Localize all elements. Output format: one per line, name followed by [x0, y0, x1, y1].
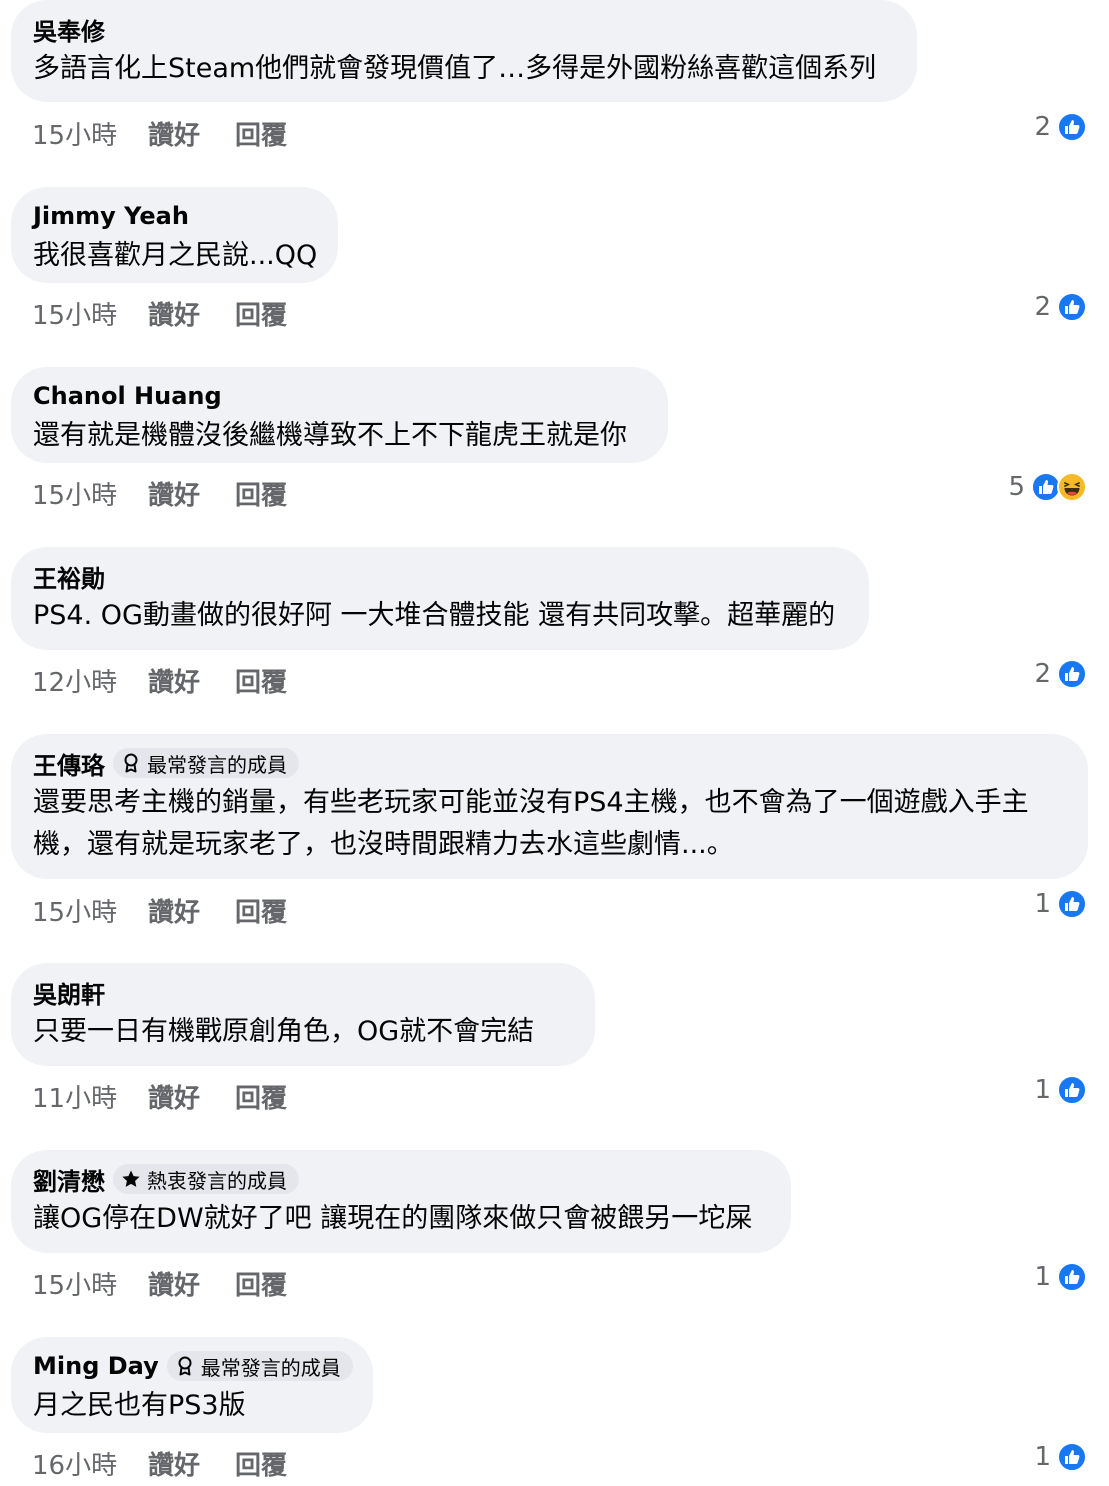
reaction-summary[interactable]: 2 — [1034, 107, 1087, 147]
reply-button[interactable]: 回覆 — [235, 475, 287, 512]
comment-author[interactable]: 劉清懋 — [33, 1162, 105, 1197]
like-reaction-icon — [1057, 1262, 1087, 1292]
reply-button[interactable]: 回覆 — [235, 115, 287, 152]
like-button[interactable]: 讚好 — [148, 295, 235, 332]
reaction-count: 2 — [1034, 292, 1051, 322]
comment-actions: 11小時 讚好 回覆 — [32, 1076, 287, 1116]
like-reaction-icon — [1057, 112, 1087, 142]
like-button[interactable]: 讚好 — [148, 1265, 235, 1302]
comment-actions: 15小時 讚好 回覆 — [32, 473, 287, 513]
reaction-count: 5 — [1008, 472, 1025, 502]
comment-timestamp[interactable]: 15小時 — [32, 295, 148, 332]
reaction-count: 2 — [1034, 112, 1051, 142]
comment-actions: 15小時 讚好 回覆 — [32, 890, 287, 930]
comment-text: 還有就是機體沒後繼機導致不上不下龍虎王就是你 — [33, 420, 627, 451]
comment-timestamp[interactable]: 12小時 — [32, 662, 148, 699]
comment-timestamp[interactable]: 15小時 — [32, 475, 148, 512]
comment-author[interactable]: 吳朗軒 — [33, 975, 105, 1010]
comment-actions: 15小時 讚好 回覆 — [32, 113, 287, 153]
reply-button[interactable]: 回覆 — [235, 1265, 287, 1302]
reply-button[interactable]: 回覆 — [235, 662, 287, 699]
comment-bubble: 王傳珞 最常發言的成員 還要思考主機的銷量，有些老玩家可能並沒有PS4主機，也不… — [11, 734, 1088, 879]
comment-text: 讓OG停在DW就好了吧 讓現在的團隊來做只會被餵另一坨屎 — [33, 1203, 753, 1234]
like-reaction-icon — [1057, 1075, 1087, 1105]
comment-header: Chanol Huang — [33, 379, 646, 413]
reaction-count: 1 — [1034, 1075, 1051, 1105]
comment-bubble: 吳朗軒 只要一日有機戰原創角色，OG￼就不會完結 — [11, 963, 595, 1066]
contributor-icon — [121, 753, 141, 773]
comment-author[interactable]: Jimmy Yeah — [33, 202, 189, 230]
comment-timestamp[interactable]: 16小時 — [32, 1445, 148, 1482]
comment-text: 多語言化上Steam他們就會發現價值了…多得是外國粉絲喜歡這個系列 — [33, 53, 877, 84]
like-reaction-icon — [1057, 659, 1087, 689]
reaction-count: 1 — [1034, 889, 1051, 919]
badge-label: 最常發言的成員 — [200, 1355, 341, 1380]
comment-actions: 16小時 讚好 回覆 — [32, 1443, 287, 1483]
comment-bubble: Chanol Huang 還有就是機體沒後繼機導致不上不下龍虎王就是你 — [11, 367, 668, 463]
like-button[interactable]: 讚好 — [148, 475, 235, 512]
reaction-summary[interactable]: 1 — [1034, 1257, 1087, 1297]
comment-author[interactable]: 吳奉修 — [33, 12, 105, 47]
comment-actions: 15小時 讚好 回覆 — [32, 1263, 287, 1303]
reaction-summary[interactable]: 5 — [1008, 467, 1087, 507]
reaction-count: 1 — [1034, 1442, 1051, 1472]
comment-text: 只要一日有機戰原創角色，OG￼就不會完結 — [33, 1016, 535, 1047]
reaction-count: 2 — [1034, 659, 1051, 689]
like-reaction-icon — [1057, 1442, 1087, 1472]
comment-timestamp[interactable]: 15小時 — [32, 115, 148, 152]
haha-reaction-icon — [1057, 472, 1087, 502]
reaction-summary[interactable]: 1 — [1034, 884, 1087, 924]
like-button[interactable]: 讚好 — [148, 892, 235, 929]
comment-bubble: 王裕勛 PS4. OG動畫做的很好阿 一大堆合體技能 還有共同攻擊。超華麗的 — [11, 547, 869, 650]
like-reaction-icon — [1057, 292, 1087, 322]
like-reaction-icon — [1057, 889, 1087, 919]
reaction-summary[interactable]: 1 — [1034, 1070, 1087, 1110]
contributor-icon — [175, 1356, 195, 1376]
reaction-summary[interactable]: 2 — [1034, 654, 1087, 694]
like-button[interactable]: 讚好 — [148, 662, 235, 699]
reaction-count: 1 — [1034, 1262, 1051, 1292]
comment-bubble: Ming Day 最常發言的成員 月之民也有PS3版 — [11, 1337, 373, 1433]
member-badge[interactable]: 最常發言的成員 — [113, 748, 299, 778]
reply-button[interactable]: 回覆 — [235, 1078, 287, 1115]
comment-header: 吳奉修 — [33, 12, 895, 46]
member-badge[interactable]: 最常發言的成員 — [166, 1351, 353, 1381]
badge-label: 最常發言的成員 — [147, 752, 287, 777]
like-button[interactable]: 讚好 — [148, 1078, 235, 1115]
comment-text: 月之民也有PS3版 — [33, 1390, 246, 1421]
comment-actions: 15小時 讚好 回覆 — [32, 293, 287, 333]
comment-timestamp[interactable]: 15小時 — [32, 892, 148, 929]
comment-header: 王裕勛 — [33, 559, 847, 593]
comment-header: 王傳珞 最常發言的成員 — [33, 746, 1066, 780]
comment-bubble: 吳奉修 多語言化上Steam他們就會發現價值了…多得是外國粉絲喜歡這個系列 — [11, 0, 917, 102]
comment-header: 吳朗軒 — [33, 975, 573, 1009]
comment-author[interactable]: 王裕勛 — [33, 559, 105, 594]
comment-author[interactable]: 王傳珞 — [33, 746, 105, 781]
star-icon — [121, 1169, 141, 1189]
reaction-summary[interactable]: 1 — [1034, 1437, 1087, 1477]
comment-header: Jimmy Yeah — [33, 199, 316, 233]
comment-text: 還要思考主機的銷量，有些老玩家可能並沒有PS4主機，也不會為了一個遊戲入手主機，… — [33, 787, 1029, 860]
reply-button[interactable]: 回覆 — [235, 1445, 287, 1482]
comment-bubble: Jimmy Yeah 我很喜歡月之民說...QQ — [11, 187, 338, 283]
comment-timestamp[interactable]: 11小時 — [32, 1078, 148, 1115]
like-button[interactable]: 讚好 — [148, 1445, 235, 1482]
member-badge[interactable]: 熱衷發言的成員 — [113, 1164, 299, 1194]
comment-header: 劉清懋 熱衷發言的成員 — [33, 1162, 769, 1196]
comment-author[interactable]: Ming Day — [33, 1352, 159, 1380]
like-button[interactable]: 讚好 — [148, 115, 235, 152]
comment-author[interactable]: Chanol Huang — [33, 382, 222, 410]
comment-text: PS4. OG動畫做的很好阿 一大堆合體技能 還有共同攻擊。超華麗的 — [33, 600, 836, 631]
reply-button[interactable]: 回覆 — [235, 295, 287, 332]
comment-timestamp[interactable]: 15小時 — [32, 1265, 148, 1302]
comment-text: 我很喜歡月之民說...QQ — [33, 240, 318, 271]
comment-actions: 12小時 讚好 回覆 — [32, 660, 287, 700]
reaction-summary[interactable]: 2 — [1034, 287, 1087, 327]
badge-label: 熱衷發言的成員 — [147, 1168, 287, 1193]
reply-button[interactable]: 回覆 — [235, 892, 287, 929]
comment-header: Ming Day 最常發言的成員 — [33, 1349, 353, 1383]
comment-bubble: 劉清懋 熱衷發言的成員 讓OG停在DW就好了吧 讓現在的團隊來做只會被餵另一坨屎 — [11, 1150, 791, 1253]
